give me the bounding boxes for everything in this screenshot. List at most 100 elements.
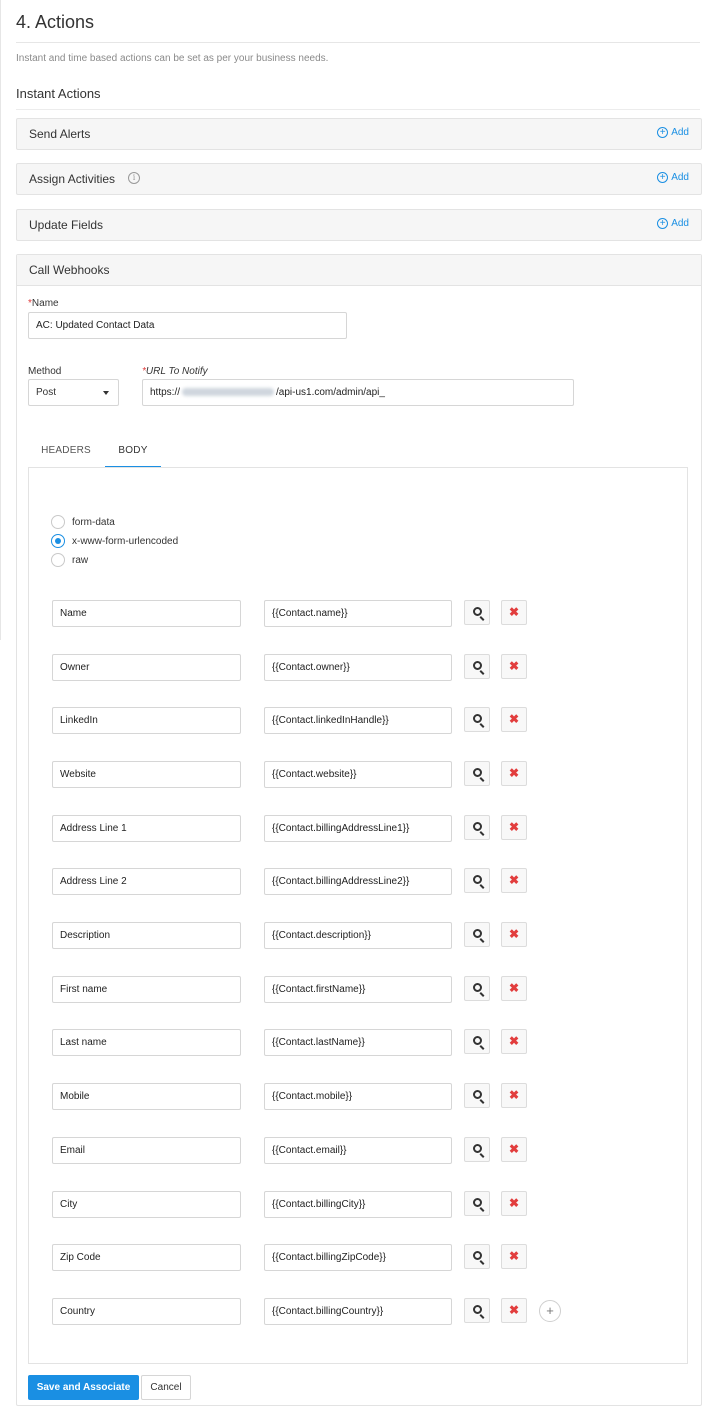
delete-button[interactable]: ✖ [501,1244,527,1269]
search-icon [473,983,482,992]
name-field-label: *Name [28,298,59,309]
delete-button[interactable]: ✖ [501,1029,527,1054]
delete-button[interactable]: ✖ [501,707,527,732]
call-webhooks-title: Call Webhooks [29,263,110,277]
param-value-input[interactable]: {{Contact.website}} [264,761,452,788]
param-key-input[interactable]: Mobile [52,1083,241,1110]
search-button[interactable] [464,976,490,1001]
tab-headers[interactable]: HEADERS [36,438,96,468]
update-fields-section: Update Fields + Add [16,209,702,241]
send-alerts-label: Send Alerts [29,127,91,141]
delete-icon: ✖ [508,1249,520,1263]
param-key-input[interactable]: Email [52,1137,241,1164]
param-key-input[interactable]: LinkedIn [52,707,241,734]
delete-button[interactable]: ✖ [501,1137,527,1162]
search-button[interactable] [464,600,490,625]
param-value-input[interactable]: {{Contact.billingZipCode}} [264,1244,452,1271]
search-button[interactable] [464,868,490,893]
search-button[interactable] [464,1298,490,1323]
body-param-row: Address Line 1 {{Contact.billingAddressL… [52,815,572,843]
delete-button[interactable]: ✖ [501,815,527,840]
search-button[interactable] [464,1029,490,1054]
add-row-button[interactable]: + [539,1300,561,1322]
redacted-domain [182,388,275,397]
param-value-input[interactable]: {{Contact.billingCity}} [264,1191,452,1218]
param-key-input[interactable]: Country [52,1298,241,1325]
param-key-input[interactable]: Name [52,600,241,627]
param-value-input[interactable]: {{Contact.email}} [264,1137,452,1164]
title-divider [16,42,700,43]
cancel-button[interactable]: Cancel [141,1375,191,1400]
radio-button[interactable] [51,553,65,567]
search-button[interactable] [464,1083,490,1108]
search-icon [473,1305,482,1314]
param-key-input[interactable]: First name [52,976,241,1003]
param-key-input[interactable]: Description [52,922,241,949]
param-value-input[interactable]: {{Contact.name}} [264,600,452,627]
radio-x-www-form-urlencoded[interactable]: x-www-form-urlencoded [51,534,178,548]
param-value-input[interactable]: {{Contact.description}} [264,922,452,949]
param-key-input[interactable]: City [52,1191,241,1218]
search-button[interactable] [464,815,490,840]
delete-button[interactable]: ✖ [501,1298,527,1323]
search-button[interactable] [464,922,490,947]
param-value-input[interactable]: {{Contact.linkedInHandle}} [264,707,452,734]
search-icon [473,929,482,938]
param-value-input[interactable]: {{Contact.billingAddressLine1}} [264,815,452,842]
method-select[interactable]: Post [28,379,119,406]
radio-button-checked[interactable] [51,534,65,548]
add-circle-icon: + [657,172,669,183]
body-param-row: Email {{Contact.email}} ✖ [52,1137,572,1165]
search-button[interactable] [464,707,490,732]
search-button[interactable] [464,761,490,786]
info-icon[interactable]: i [128,172,140,184]
delete-button[interactable]: ✖ [501,654,527,679]
update-fields-add-button[interactable]: + Add [657,218,689,229]
delete-icon: ✖ [508,927,520,941]
delete-button[interactable]: ✖ [501,922,527,947]
param-key-input[interactable]: Address Line 1 [52,815,241,842]
webhook-name-input[interactable] [28,312,347,339]
page-subtitle: Instant and time based actions can be se… [16,53,329,64]
url-to-notify-input[interactable]: https:// /api-us1.com/admin/api_ [142,379,574,406]
param-key-input[interactable]: Owner [52,654,241,681]
delete-button[interactable]: ✖ [501,976,527,1001]
delete-button[interactable]: ✖ [501,1083,527,1108]
radio-label: form-data [72,516,115,528]
search-button[interactable] [464,1244,490,1269]
radio-raw[interactable]: raw [51,553,88,567]
param-key-input[interactable]: Address Line 2 [52,868,241,895]
param-value-input[interactable]: {{Contact.firstName}} [264,976,452,1003]
tab-body[interactable]: BODY [105,438,161,468]
delete-button[interactable]: ✖ [501,600,527,625]
save-and-associate-button[interactable]: Save and Associate [28,1375,139,1400]
param-value-input[interactable]: {{Contact.billingCountry}} [264,1298,452,1325]
param-key-input[interactable]: Last name [52,1029,241,1056]
search-button[interactable] [464,654,490,679]
delete-icon: ✖ [508,766,520,780]
call-webhooks-header: Call Webhooks [17,255,701,286]
body-param-row: Name {{Contact.name}} ✖ [52,600,572,628]
param-key-input[interactable]: Website [52,761,241,788]
search-icon [473,1251,482,1260]
radio-label: raw [72,554,89,566]
search-icon [473,822,482,831]
search-icon [473,1144,482,1153]
assign-activities-add-button[interactable]: + Add [657,172,689,183]
delete-button[interactable]: ✖ [501,868,527,893]
search-button[interactable] [464,1137,490,1162]
radio-form-data[interactable]: form-data [51,515,115,529]
param-value-input[interactable]: {{Contact.billingAddressLine2}} [264,868,452,895]
add-label: Add [671,127,689,138]
delete-button[interactable]: ✖ [501,761,527,786]
param-key-input[interactable]: Zip Code [52,1244,241,1271]
param-value-input[interactable]: {{Contact.owner}} [264,654,452,681]
send-alerts-section: Send Alerts + Add [16,118,702,150]
radio-button[interactable] [51,515,65,529]
param-value-input[interactable]: {{Contact.mobile}} [264,1083,452,1110]
delete-button[interactable]: ✖ [501,1191,527,1216]
add-label: Add [671,218,689,229]
send-alerts-add-button[interactable]: + Add [657,127,689,138]
param-value-input[interactable]: {{Contact.lastName}} [264,1029,452,1056]
search-button[interactable] [464,1191,490,1216]
